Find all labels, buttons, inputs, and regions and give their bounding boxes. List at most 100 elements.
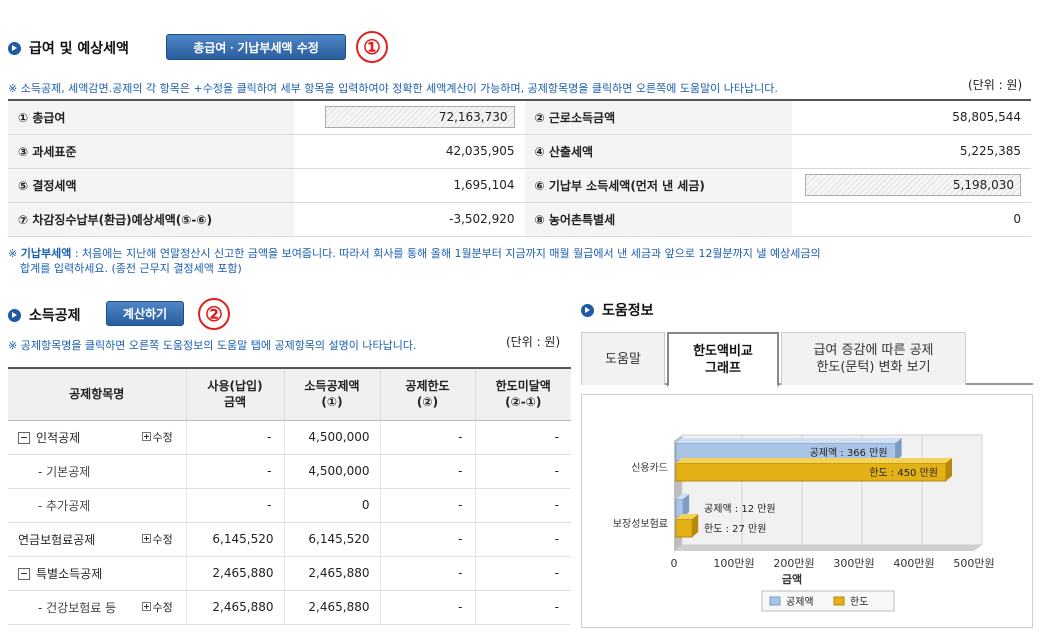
bullet-arrow-icon [8, 41, 21, 55]
collapse-icon[interactable] [18, 567, 30, 580]
table-row: - 추가공제 - 0 - - [8, 488, 571, 523]
remain-cell: - [474, 590, 571, 625]
col-header-remain-l2: (②-①) [505, 395, 542, 410]
health-insurance-label[interactable]: - 건강보험료 등 [8, 599, 116, 616]
amount-cell: 2,465,880 [185, 556, 284, 591]
note-line1: : 처음에는 지난해 연말정산시 신고한 금액을 보여줍니다. 따라서 회사를 … [71, 247, 821, 260]
bar-top-face [676, 438, 902, 443]
col-header-deduction-l2: (①) [321, 395, 343, 410]
section-title-salary: 급여 및 예상세액 [8, 38, 129, 58]
tab-threshold-change[interactable]: 급여 증감에 따른 공제 한도(문턱) 변화 보기 [781, 332, 966, 385]
table-header-row: 공제항목명 사용(납입) 금액 소득공제액 (①) 공제한도 (②) 한도미달액 (②-… [8, 367, 571, 421]
tab-limit-graph[interactable]: 한도액비교 그래프 [667, 332, 779, 387]
bar-top-face [676, 458, 952, 463]
plot-floor [674, 545, 982, 551]
section-title-deduction-text: 소득공제 [29, 308, 81, 324]
section2-unit: (단위 : 원) [506, 335, 561, 349]
col-header-limit: 공제한도 (②) [379, 367, 475, 421]
note-prefix: ※ [8, 247, 21, 260]
total-salary-label[interactable]: ① 총급여 [8, 100, 295, 135]
special-deduction-label[interactable]: 특별소득공제 [18, 567, 102, 581]
category-label: 신용카드 [631, 462, 668, 474]
x-tick-label: 0 [671, 557, 678, 570]
edit-health-button[interactable]: 수정 [141, 599, 186, 615]
plus-icon [141, 602, 151, 611]
additional-deduction-label[interactable]: - 추가공제 [8, 488, 186, 523]
legend-swatch [769, 596, 781, 606]
tax-summary-table: ① 총급여 72,163,730 ② 근로소득금액 58,805,544 ③ 과… [8, 99, 1031, 237]
row-name-cell: 인적공제 수정 [8, 420, 186, 455]
earned-income-label[interactable]: ② 근로소득금액 [524, 100, 793, 135]
tab-threshold-l1: 급여 증감에 따른 공제 [813, 343, 934, 358]
rural-special-tax-label[interactable]: ⑧ 농어촌특별세 [524, 202, 793, 237]
section2-note: ※ 공제항목명을 클릭하면 오른쪽 도움정보의 도움말 탭에 공제항목의 설명이… [8, 339, 417, 352]
rural-special-tax-value: 0 [792, 202, 1031, 237]
table-row: 연금보험료공제 수정 6,145,520 6,145,520 - - [8, 522, 571, 557]
limit-cell: - [379, 420, 475, 455]
total-salary-cell: 72,163,730 [294, 100, 525, 135]
table-row: - 기본공제 - 4,500,000 - - [8, 454, 571, 489]
limit-cell: - [379, 488, 475, 523]
col-header-amount-l2: 금액 [223, 395, 247, 410]
table-row: 특별소득공제 2,465,880 2,465,880 - - [8, 556, 571, 591]
deduction-cell: 2,465,880 [283, 556, 380, 591]
determined-tax-label[interactable]: ⑤ 결정세액 [8, 168, 295, 203]
table-row: ① 총급여 72,163,730 ② 근로소득금액 58,805,544 [8, 100, 1031, 135]
section-title-salary-text: 급여 및 예상세액 [29, 41, 129, 57]
total-salary-field[interactable]: 72,163,730 [324, 106, 515, 129]
x-tick-label: 400만원 [893, 557, 934, 570]
table-row: ③ 과세표준 42,035,905 ④ 산출세액 5,225,385 [8, 134, 1031, 169]
plus-icon [141, 534, 151, 543]
help-tabs: 도움말 한도액비교 그래프 급여 증감에 따른 공제 한도(문턱) 변화 보기 [581, 332, 1033, 387]
expected-refund-value: -3,502,920 [294, 202, 525, 237]
deduction-cell: 0 [283, 488, 380, 523]
col-header-name: 공제항목명 [8, 367, 186, 421]
deduction-cell: 2,465,880 [283, 590, 380, 625]
deduction-cell: 4,500,000 [283, 420, 380, 455]
tab-help[interactable]: 도움말 [581, 332, 665, 385]
basic-deduction-label[interactable]: - 기본공제 [8, 454, 186, 489]
expected-refund-label[interactable]: ⑦ 차감징수납부(환급)예상세액(⑤-⑥) [8, 202, 295, 237]
edit-label: 수정 [152, 601, 173, 614]
calculated-tax-label[interactable]: ④ 산출세액 [524, 134, 793, 169]
x-axis-label: 금액 [782, 573, 802, 586]
prepaid-tax-label[interactable]: ⑥ 기납부 소득세액(먼저 낸 세금) [524, 168, 793, 203]
remain-cell: - [474, 454, 571, 489]
section1-note: ※ 소득공제, 세액감면.공제의 각 항목은 +수정을 클릭하여 세부 항목을 … [8, 82, 778, 95]
determined-tax-value: 1,695,104 [294, 168, 525, 203]
edit-pension-button[interactable]: 수정 [141, 531, 186, 547]
data-label: 공제액 : 366 만원 [810, 447, 888, 459]
remain-cell: - [474, 420, 571, 455]
note-line2: 합계를 입력하세요. (종전 근무지 결정세액 포함) [20, 262, 242, 275]
row-name-cell: 특별소득공제 [8, 556, 186, 591]
data-label: 한도 : 27 만원 [704, 523, 766, 535]
table-row: - 건강보험료 등 수정 2,465,880 2,465,880 - - [8, 590, 571, 625]
edit-personal-button[interactable]: 수정 [141, 429, 186, 445]
tax-base-label[interactable]: ③ 과세표준 [8, 134, 295, 169]
collapse-icon[interactable] [18, 431, 30, 444]
remain-cell: - [474, 556, 571, 591]
bar-한도 [675, 518, 693, 538]
personal-deduction-label[interactable]: 인적공제 [8, 429, 80, 446]
pension-deduction-label[interactable]: 연금보험료공제 [8, 531, 95, 548]
edit-salary-tax-button[interactable]: 총급여ㆍ기납부세액 수정 [166, 34, 346, 60]
legend-label: 한도 [850, 596, 868, 608]
amount-cell: - [185, 420, 284, 455]
edit-label: 수정 [152, 431, 173, 444]
note-keyword: 기납부세액 [20, 247, 72, 260]
annotation-marker-2: ② [198, 298, 230, 330]
prepaid-tax-field[interactable]: 5,198,030 [805, 174, 1021, 196]
limit-cell: - [379, 556, 475, 591]
bullet-arrow-icon [8, 308, 21, 322]
prepaid-tax-cell: 5,198,030 [792, 168, 1031, 203]
tab-limit-graph-l1: 한도액비교 [693, 343, 753, 359]
col-header-limit-l1: 공제한도 [405, 379, 450, 394]
limit-cell: - [379, 454, 475, 489]
row-name-cell: 연금보험료공제 수정 [8, 522, 186, 557]
calculate-button[interactable]: 계산하기 [106, 301, 184, 326]
tab-limit-graph-l2: 그래프 [705, 360, 741, 376]
section1-unit: (단위 : 원) [968, 78, 1023, 92]
earned-income-value: 58,805,544 [792, 100, 1031, 135]
legend-box [761, 590, 895, 612]
amount-cell: 6,145,520 [185, 522, 284, 557]
